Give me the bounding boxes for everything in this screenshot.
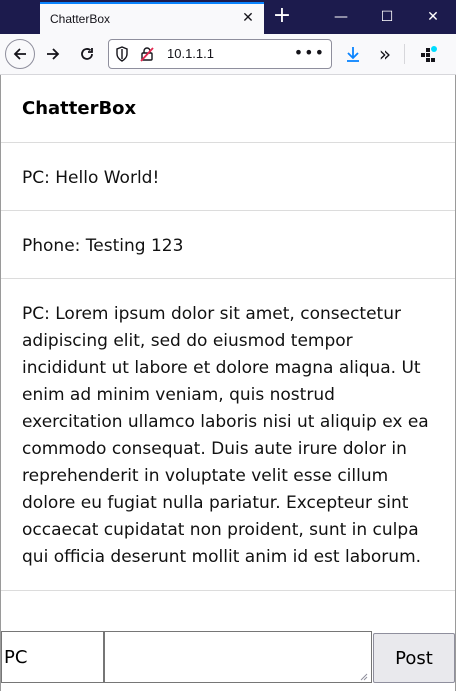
tab-close-icon[interactable]: ✕: [240, 10, 256, 26]
download-icon: [347, 47, 359, 62]
close-window-button[interactable]: ✕: [410, 0, 456, 34]
name-input[interactable]: [1, 631, 104, 683]
extensions-button[interactable]: [414, 39, 444, 69]
overflow-menu-button[interactable]: »: [370, 39, 400, 69]
resize-grip-icon[interactable]: [358, 671, 368, 681]
browser-toolbar: 10.1.1.1 ••• »: [0, 34, 456, 75]
minimize-button[interactable]: —: [318, 0, 364, 34]
tab-title: ChatterBox: [50, 12, 111, 26]
message-item: Phone: Testing 123: [1, 211, 455, 279]
reload-button[interactable]: [72, 39, 102, 69]
shield-icon[interactable]: [115, 46, 129, 66]
insecure-lock-icon[interactable]: [139, 46, 155, 66]
forward-arrow-icon: [47, 48, 60, 60]
reload-icon: [81, 48, 93, 60]
toolbar-separator: [404, 44, 405, 64]
brand-title: ChatterBox: [22, 98, 137, 119]
message-text: PC: Hello World!: [22, 168, 160, 188]
back-arrow-icon: [13, 48, 26, 60]
post-button[interactable]: Post: [373, 633, 455, 683]
title-bar: ChatterBox ✕ + — ☐ ✕: [0, 0, 456, 34]
browser-tab[interactable]: ChatterBox ✕: [40, 2, 264, 34]
downloads-button[interactable]: [338, 39, 368, 69]
brand-header: ChatterBox: [1, 75, 455, 143]
maximize-button[interactable]: ☐: [364, 0, 410, 34]
message-item: PC: Hello World!: [1, 143, 455, 211]
message-form: Post: [1, 631, 456, 691]
address-bar[interactable]: 10.1.1.1 •••: [108, 39, 332, 69]
new-tab-button[interactable]: +: [270, 5, 294, 29]
message-text: Phone: Testing 123: [22, 236, 184, 256]
extensions-icon: [421, 46, 437, 62]
page-content: ChatterBox PC: Hello World! Phone: Testi…: [0, 75, 456, 691]
chevron-double-right-icon: »: [378, 42, 392, 66]
message-input[interactable]: [104, 631, 372, 683]
forward-button[interactable]: [38, 39, 68, 69]
url-text[interactable]: 10.1.1.1: [167, 46, 214, 61]
message-text: PC: Lorem ipsum dolor sit amet, consecte…: [22, 304, 429, 567]
page-actions-icon[interactable]: •••: [294, 43, 325, 62]
message-item: PC: Lorem ipsum dolor sit amet, consecte…: [1, 279, 455, 591]
back-button[interactable]: [5, 39, 35, 69]
